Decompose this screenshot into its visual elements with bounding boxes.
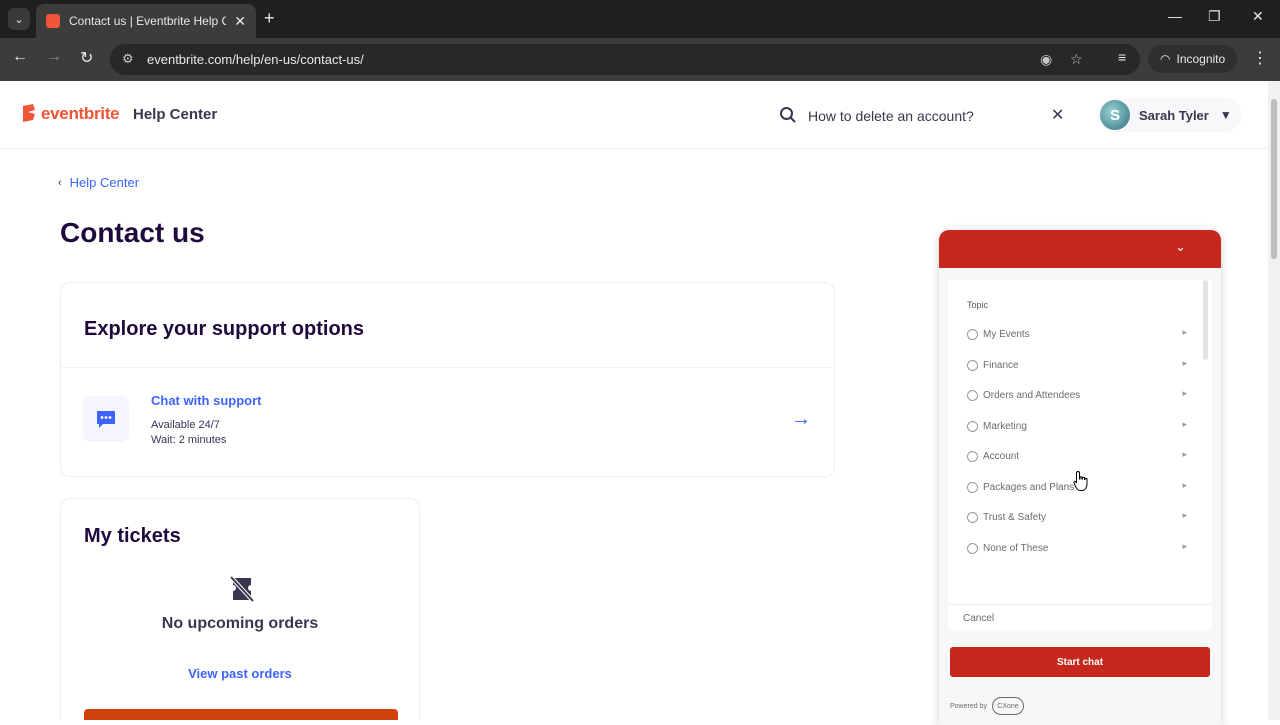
- chevron-down-icon: ▼: [1219, 108, 1232, 122]
- topic-option-label: Marketing: [983, 420, 1027, 432]
- browser-tab-active[interactable]: Contact us | Eventbrite Help Ce ✕: [36, 4, 256, 38]
- clear-search-icon[interactable]: ✕: [1051, 105, 1064, 125]
- maximize-icon[interactable]: ❐: [1208, 8, 1221, 25]
- radio-icon[interactable]: [967, 450, 978, 462]
- widget-scrollbar[interactable]: [1203, 280, 1208, 360]
- chevron-right-icon: ▸: [1182, 358, 1187, 368]
- user-name: Sarah Tyler: [1139, 107, 1209, 123]
- chevron-right-icon: ▸: [1182, 449, 1187, 459]
- reload-icon[interactable]: ↻: [80, 48, 93, 68]
- incognito-label: Incognito: [1176, 52, 1226, 66]
- minimize-icon[interactable]: —: [1168, 8, 1182, 24]
- browser-tabstrip: ⌄ Contact us | Eventbrite Help Ce ✕ + — …: [0, 0, 1280, 38]
- cancel-bar: Cancel: [948, 604, 1212, 630]
- bookmark-star-icon[interactable]: ☆: [1070, 51, 1083, 68]
- eventbrite-logo-text[interactable]: eventbrite: [41, 104, 120, 124]
- scroll-thumb[interactable]: [1271, 99, 1277, 259]
- hand-cursor-icon: [1073, 470, 1088, 491]
- new-tab-icon[interactable]: +: [264, 8, 275, 29]
- tab-title: Contact us | Eventbrite Help Ce: [69, 14, 227, 28]
- site-info-icon[interactable]: ⚙: [122, 51, 134, 67]
- my-tickets-title: My tickets: [84, 525, 181, 547]
- avatar: S: [1100, 100, 1130, 130]
- url-text[interactable]: eventbrite.com/help/en-us/contact-us/: [147, 52, 364, 67]
- topic-option-label: Finance: [983, 359, 1019, 371]
- view-past-orders-link[interactable]: View past orders: [61, 666, 419, 681]
- eventbrite-favicon-icon: [46, 14, 60, 28]
- back-icon[interactable]: ←: [12, 48, 28, 66]
- cancel-button[interactable]: Cancel: [963, 613, 994, 624]
- incognito-icon: ◠: [1160, 52, 1171, 66]
- chevron-right-icon: ▸: [1182, 388, 1187, 398]
- powered-by-text: Powered by: [950, 702, 987, 710]
- chat-bubble-icon: [97, 411, 115, 428]
- topic-option[interactable]: Trust & Safety ▸: [967, 507, 1187, 527]
- radio-icon[interactable]: [967, 359, 978, 371]
- user-menu[interactable]: S Sarah Tyler ▼: [1098, 98, 1242, 132]
- topic-option[interactable]: Marketing ▸: [967, 416, 1187, 436]
- browser-toolbar: ← → ↻ ⚙ eventbrite.com/help/en-us/contac…: [0, 38, 1280, 81]
- chat-availability: Available 24/7: [151, 419, 220, 431]
- topic-label: Topic: [967, 300, 989, 310]
- breadcrumb-help-center[interactable]: Help Center: [70, 175, 139, 190]
- chevron-right-icon: ▸: [1182, 327, 1187, 337]
- page-scrollbar[interactable]: [1268, 81, 1280, 720]
- support-options-card: Explore your support options Chat with s…: [60, 282, 835, 477]
- no-upcoming-orders-text: No upcoming orders: [161, 615, 319, 632]
- start-chat-button[interactable]: Start chat: [950, 647, 1210, 677]
- topic-panel: Topic My Events ▸ Finance ▸ Orders and Att…: [948, 280, 1212, 630]
- page-title: Contact us: [60, 217, 205, 248]
- topic-option-label: Trust & Safety: [983, 511, 1046, 523]
- radio-icon[interactable]: [967, 389, 978, 401]
- site-header: eventbrite Help Center ✕ S Sarah Tyler ▼: [0, 81, 1268, 149]
- chat-widget-header: ⌄: [939, 230, 1221, 268]
- topic-option-label: My Events: [983, 328, 1030, 340]
- forward-icon[interactable]: →: [46, 48, 62, 66]
- divider: [61, 367, 834, 368]
- my-tickets-card: My tickets No upcoming orders View past …: [60, 498, 420, 720]
- arrow-right-icon[interactable]: →: [791, 408, 811, 431]
- topic-option[interactable]: My Events ▸: [967, 324, 1187, 344]
- browser-menu-icon[interactable]: ⋮: [1252, 48, 1268, 68]
- support-options-title: Explore your support options: [84, 318, 365, 340]
- breadcrumb[interactable]: ‹ Help Center: [58, 175, 139, 190]
- incognito-badge[interactable]: ◠ Incognito: [1148, 45, 1238, 73]
- close-tab-icon[interactable]: ✕: [234, 13, 246, 30]
- search-icon: [780, 107, 796, 123]
- tab-search-button[interactable]: ⌄: [8, 8, 30, 30]
- chevron-right-icon: ▸: [1182, 419, 1187, 429]
- chevron-right-icon: ▸: [1182, 541, 1187, 551]
- search-input[interactable]: [808, 105, 1038, 127]
- tickets-action-button[interactable]: [84, 709, 398, 720]
- close-window-icon[interactable]: ✕: [1252, 8, 1264, 25]
- ticket-off-icon: [229, 575, 255, 603]
- chevron-left-icon: ‹: [58, 176, 62, 189]
- radio-icon[interactable]: [967, 542, 978, 554]
- radio-icon[interactable]: [967, 328, 978, 340]
- cxone-logo: CXone: [991, 697, 1024, 715]
- chevron-right-icon: ▸: [1182, 480, 1187, 490]
- address-bar[interactable]: ⚙ eventbrite.com/help/en-us/contact-us/ …: [110, 44, 1140, 75]
- radio-icon[interactable]: [967, 511, 978, 523]
- media-controls-icon[interactable]: ≡: [1118, 49, 1126, 65]
- chevron-down-icon[interactable]: ⌄: [1175, 239, 1186, 255]
- topic-option[interactable]: Orders and Attendees ▸: [967, 385, 1187, 405]
- radio-icon[interactable]: [967, 481, 978, 493]
- topic-option[interactable]: Finance ▸: [967, 355, 1187, 375]
- help-center-title[interactable]: Help Center: [133, 106, 217, 123]
- eye-off-icon[interactable]: ◉: [1040, 51, 1052, 68]
- chat-icon-box: [83, 396, 129, 442]
- radio-icon[interactable]: [967, 420, 978, 432]
- chat-wait-time: Wait: 2 minutes: [151, 434, 227, 446]
- topic-option-label: None of These: [983, 542, 1049, 554]
- chevron-right-icon: ▸: [1182, 510, 1187, 520]
- topic-option[interactable]: Account ▸: [967, 446, 1187, 466]
- topic-option-label: Orders and Attendees: [983, 389, 1081, 401]
- chat-with-support-link[interactable]: Chat with support: [151, 393, 262, 408]
- topic-option-label: Account: [983, 450, 1020, 462]
- topic-option[interactable]: None of These ▸: [967, 538, 1187, 558]
- topic-option-label: Packages and Plans: [983, 481, 1075, 493]
- powered-by-row: Powered by CXone: [950, 696, 1024, 716]
- eventbrite-logo-icon[interactable]: [22, 104, 36, 122]
